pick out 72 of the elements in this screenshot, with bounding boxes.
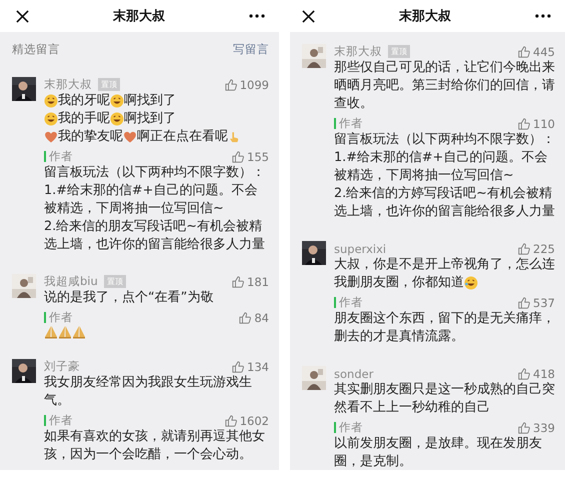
grinning-face-icon <box>110 112 124 126</box>
comment-text: 我删朋友圈，你都知道 <box>334 274 464 292</box>
grinning-face-icon <box>44 94 58 108</box>
more-icon[interactable] <box>535 14 551 18</box>
pressed-hands-icon <box>58 325 72 339</box>
like-count: 445 <box>533 44 555 58</box>
pointing-hand-icon <box>228 130 240 144</box>
thumbs-up-icon[interactable] <box>518 368 530 380</box>
thumbs-up-icon[interactable] <box>518 296 530 308</box>
laughing-face-icon <box>464 276 478 290</box>
author-label: 作者 <box>334 422 363 433</box>
author-label: 作者 <box>44 151 73 162</box>
comment-text: 我的挚友呢 <box>58 128 123 146</box>
thumbs-up-icon[interactable] <box>232 150 244 162</box>
commenter-name: superxixi <box>334 242 386 256</box>
thumbs-up-icon[interactable] <box>232 276 244 288</box>
like-count: 134 <box>247 360 269 374</box>
thumbs-up-icon[interactable] <box>518 422 530 434</box>
pressed-hands-icon <box>44 325 58 339</box>
thumbs-up-icon[interactable] <box>232 360 244 372</box>
comment-text: 啊正在点在看呢 <box>137 128 228 146</box>
author-label: 作者 <box>44 415 73 426</box>
comment-text: 我的牙呢 <box>58 92 110 110</box>
commenter-name: 末那大叔 <box>334 44 382 59</box>
comment-text: 啊找到了 <box>124 92 176 110</box>
comment-text: 那些仅自己可见的话，让它们今晚出来晒晒月亮吧。第三封给你们的回信，请查收。 <box>334 59 555 113</box>
commenter-name: 我超咸biu <box>44 274 98 289</box>
heart-icon <box>123 130 137 144</box>
reply-text: 朋友圈这个东西，留下的是无关痛痒，删去的才是真情流露。 <box>334 310 555 346</box>
like-count: 537 <box>533 296 555 310</box>
write-comment-link[interactable]: 写留言 <box>233 42 269 57</box>
reply-text: 如果有喜欢的女孩，就请别再逗其他女孩，因为一个会吃醋，一个会心动。 <box>44 428 266 464</box>
author-label: 作者 <box>44 312 73 323</box>
like-count: 181 <box>247 274 269 288</box>
commenter-name: sonder <box>334 366 374 380</box>
comment-text: 其实删朋友圈只是这一秒成熟的自己突然看不上上一秒幼稚的自己 <box>334 381 555 417</box>
reply-text: 以前发朋友圈，是放肆。现在发朋友圈，是克制。 <box>334 435 543 470</box>
page-title: 末那大叔 <box>399 8 451 25</box>
grinning-face-icon <box>110 94 124 108</box>
thumbs-up-icon[interactable] <box>518 242 530 254</box>
close-icon[interactable] <box>16 10 29 22</box>
grinning-face-icon <box>44 112 58 126</box>
comment-text: 啊找到了 <box>124 110 176 128</box>
like-count: 155 <box>247 150 269 164</box>
section-label: 精选留言 <box>12 42 60 57</box>
thumbs-up-icon[interactable] <box>239 312 252 324</box>
comment-text: 说的是我了，点个“在看”为敬 <box>44 289 214 307</box>
page-title: 末那大叔 <box>113 8 165 25</box>
like-count: 339 <box>533 420 555 434</box>
like-count: 110 <box>533 116 555 130</box>
reply-text: 留言板玩法（以下两种均不限字数）： 1.#给末那的信#+自己的问题。不会被精选，下周将抽一位写回信~ 2.给来信的方婷写段话吧~有机会被精选上墙，也许你的留言能给很多人力量 <box>334 131 555 221</box>
close-icon[interactable] <box>302 10 315 22</box>
comment-text: 我的手呢 <box>58 110 110 128</box>
commenter-name: 刘子豪 <box>44 359 80 374</box>
reply-text: 留言板玩法（以下两种均不限字数）： 1.#给末那的信#+自己的问题。不会被精选，下周将抽一位写回信~ 2.给来信的朋友写段话吧~有机会被精选上墙，也许你的留言能给很多人力量 <box>44 164 266 254</box>
pressed-hands-icon <box>72 325 86 339</box>
like-count: 225 <box>533 242 555 256</box>
comment-text: 大叔，你是不是开上帝视角了，怎么连 <box>334 256 555 274</box>
like-count: 1099 <box>240 78 269 92</box>
thumbs-up-icon[interactable] <box>518 46 530 58</box>
like-count: 418 <box>533 366 555 380</box>
author-label: 作者 <box>334 118 363 129</box>
like-count: 1602 <box>240 414 269 428</box>
more-icon[interactable] <box>249 14 265 18</box>
comment-text: 我女朋友经常因为我跟女生玩游戏生气。 <box>44 374 253 410</box>
thumbs-up-icon[interactable] <box>518 118 530 130</box>
heart-icon <box>44 130 58 144</box>
author-label: 作者 <box>334 297 363 308</box>
commenter-name: 末那大叔 <box>44 77 92 92</box>
thumbs-up-icon[interactable] <box>224 78 237 90</box>
thumbs-up-icon[interactable] <box>224 414 237 426</box>
like-count: 84 <box>254 310 269 324</box>
